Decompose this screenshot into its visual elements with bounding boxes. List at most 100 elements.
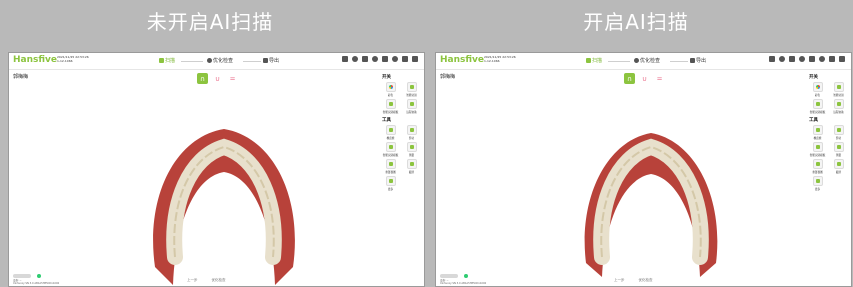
smart-recognize-toggle[interactable]: 智能识别模板 xyxy=(807,99,828,114)
switch-section-title: 开关 xyxy=(382,75,391,80)
dental-arch-scan[interactable] xyxy=(145,117,303,287)
step-scan[interactable]: 扫描 xyxy=(586,57,602,64)
scanner-icon xyxy=(440,274,458,278)
window-icon[interactable] xyxy=(402,56,408,62)
nav-buttons: 上一步 优化检查 xyxy=(187,278,226,283)
grid-icon[interactable] xyxy=(362,56,368,62)
eraser-icon xyxy=(385,125,396,135)
tools-section-title: 工具 xyxy=(382,118,391,123)
remote-icon xyxy=(406,99,417,109)
scan-icon xyxy=(159,58,164,63)
close-icon[interactable] xyxy=(839,56,845,62)
next-button[interactable]: 优化检查 xyxy=(639,278,653,283)
reset-icon xyxy=(385,159,396,169)
comparison-stage: 未开启AI扫描 开启AI扫描 Hansfive 2021/11/25 22:53… xyxy=(0,0,853,287)
more-icon xyxy=(385,176,396,186)
more-tool[interactable]: 更多 xyxy=(807,176,828,191)
step-connector xyxy=(181,61,203,62)
recognize-icon xyxy=(812,99,823,109)
step-optimize[interactable]: 优化检查 xyxy=(634,57,660,64)
upper-jaw-button[interactable]: ∩ xyxy=(197,73,208,84)
side-panel: 开关 彩色 智能切割 智能识别模板 远程协助 工具 橡皮擦 剪切 智能识别模板 … xyxy=(805,71,851,271)
eraser-tool[interactable]: 橡皮擦 xyxy=(380,125,401,140)
search-icon xyxy=(634,58,639,63)
case-meta: 2021/11/25 22:53:26 1-12-1066 xyxy=(57,55,89,63)
scan-icon xyxy=(586,58,591,63)
step-connector xyxy=(243,61,261,62)
top-bar: Hansfive 2021/11/25 22:53:26 1-12-1066 扫… xyxy=(436,53,851,70)
color-toggle[interactable]: 彩色 xyxy=(380,82,401,97)
device-info: 设备: -- Xinhuoxy SN 3.0 AB1A5HP5CDx1000 xyxy=(13,279,60,285)
cut-icon xyxy=(833,82,844,92)
bite-button[interactable]: = xyxy=(654,73,665,84)
screenshot-ai-on: Hansfive 2021/11/25 22:53:26 1-12-1066 扫… xyxy=(435,52,852,287)
eraser-tool[interactable]: 橡皮擦 xyxy=(807,125,828,140)
camera-icon xyxy=(833,159,844,169)
caption-right: 开启AI扫描 xyxy=(583,10,689,34)
ruler-icon xyxy=(833,142,844,152)
eraser-icon xyxy=(812,125,823,135)
palette-icon xyxy=(385,82,396,92)
target-icon[interactable] xyxy=(779,56,785,62)
patient-name: 郭梅梅 xyxy=(440,74,456,80)
smart-cut-toggle[interactable]: 智能切割 xyxy=(401,82,422,97)
step-optimize[interactable]: 优化检查 xyxy=(207,57,233,64)
side-panel: 开关 彩色 智能切割 智能识别模板 远程协助 工具 橡皮擦 剪切 智能识别模板 … xyxy=(378,71,424,271)
bottom-bar: 设备: -- Xinhuoxy SN 3.0 AB1A5HP5CDx1000 上… xyxy=(436,272,851,286)
case-id: 1-12-1066 xyxy=(484,59,500,63)
more-tool[interactable]: 更多 xyxy=(380,176,401,191)
settings-icon[interactable] xyxy=(392,56,398,62)
screenshot-tool[interactable]: 截屏 xyxy=(401,159,422,174)
jaw-selector: ∩ ∪ = xyxy=(624,73,665,84)
step-scan[interactable]: 扫描 xyxy=(159,57,175,64)
wand-icon[interactable] xyxy=(809,56,815,62)
prev-button[interactable]: 上一步 xyxy=(614,278,625,283)
jaw-selector: ∩ ∪ = xyxy=(197,73,238,84)
measure-tool[interactable]: 测量 xyxy=(401,142,422,157)
target-icon[interactable] xyxy=(352,56,358,62)
step-export[interactable]: 导出 xyxy=(263,57,279,64)
close-icon[interactable] xyxy=(412,56,418,62)
settings-icon[interactable] xyxy=(819,56,825,62)
palette-icon xyxy=(812,82,823,92)
cut-tool[interactable]: 剪切 xyxy=(828,125,849,140)
color-toggle[interactable]: 彩色 xyxy=(807,82,828,97)
scanner-icon xyxy=(13,274,31,278)
save-icon[interactable] xyxy=(342,56,348,62)
remote-assist-toggle[interactable]: 远程协助 xyxy=(401,99,422,114)
measure-tool[interactable]: 测量 xyxy=(828,142,849,157)
recognize-tool[interactable]: 智能识别模板 xyxy=(380,142,401,157)
remote-assist-toggle[interactable]: 远程协助 xyxy=(828,99,849,114)
step-export[interactable]: 导出 xyxy=(690,57,706,64)
screenshot-ai-off: Hansfive 2021/11/25 22:53:26 1-12-1066 扫… xyxy=(8,52,425,287)
smart-recognize-toggle[interactable]: 智能识别模板 xyxy=(380,99,401,114)
grid-icon[interactable] xyxy=(789,56,795,62)
prev-button[interactable]: 上一步 xyxy=(187,278,198,283)
reset-view-tool[interactable]: 重置视图 xyxy=(807,159,828,174)
screenshot-tool[interactable]: 截屏 xyxy=(828,159,849,174)
toolbar-icons xyxy=(769,56,845,62)
dental-arch-scan[interactable] xyxy=(572,117,730,287)
case-id: 1-12-1066 xyxy=(57,59,73,63)
export-icon xyxy=(263,58,268,63)
upper-jaw-button[interactable]: ∩ xyxy=(624,73,635,84)
export-icon xyxy=(690,58,695,63)
smart-cut-toggle[interactable]: 智能切割 xyxy=(828,82,849,97)
reset-view-tool[interactable]: 重置视图 xyxy=(380,159,401,174)
help-icon[interactable] xyxy=(799,56,805,62)
lower-jaw-button[interactable]: ∪ xyxy=(639,73,650,84)
cut-tool[interactable]: 剪切 xyxy=(401,125,422,140)
lower-jaw-button[interactable]: ∪ xyxy=(212,73,223,84)
bite-button[interactable]: = xyxy=(227,73,238,84)
recognize-tool[interactable]: 智能识别模板 xyxy=(807,142,828,157)
workflow-steps: 扫描 优化检查 导出 xyxy=(586,57,712,65)
help-icon[interactable] xyxy=(372,56,378,62)
window-icon[interactable] xyxy=(829,56,835,62)
save-icon[interactable] xyxy=(769,56,775,62)
tools-section-title: 工具 xyxy=(809,118,818,123)
case-meta: 2021/11/25 22:53:26 1-12-1066 xyxy=(484,55,516,63)
tools-grid: 橡皮擦 剪切 智能识别模板 测量 重置视图 截屏 更多 xyxy=(805,125,851,191)
wand-icon[interactable] xyxy=(382,56,388,62)
top-bar: Hansfive 2021/11/25 22:53:26 1-12-1066 扫… xyxy=(9,53,424,70)
next-button[interactable]: 优化检查 xyxy=(212,278,226,283)
